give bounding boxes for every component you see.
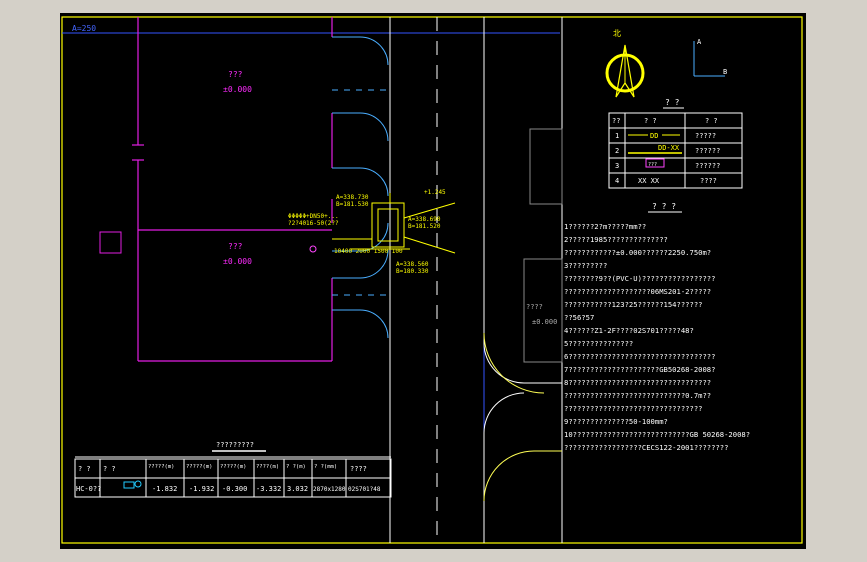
room3-name: ???? [526,303,543,311]
legend-row-desc: ????? [695,132,716,140]
building-outline [132,17,333,362]
schedule-header: ? ?(mm) [314,464,337,470]
coord-b2: B=181.520 [408,223,441,230]
note-line: ????????9??(PVC-U)????????????????? [564,274,715,283]
note-line: 5??????????????? [564,339,633,348]
schedule-cell: 3.032 [287,485,308,493]
road [389,17,562,543]
note-line: 8????????????????????????????????? [564,378,711,387]
note-line: ????????????????????06MS201-2????? [564,287,711,296]
dimension-line: 10400 2000 1500 100 [334,248,403,255]
invert-level: +1.245 [424,189,446,196]
legend-header-num: ?? [612,117,620,125]
schedule-header: ? ? [78,465,91,473]
legend-row-num: 2 [615,147,619,155]
schedule-cell: -3.332 [256,485,281,493]
inspection-well [309,245,317,253]
room1-name: ??? [228,70,243,79]
note-line: 3????????? [564,261,607,270]
room1-level: ±0.000 [223,85,252,94]
axis-a-label: A [697,38,702,46]
schedule-title: ????????? [216,441,254,449]
legend-row-num: 3 [615,162,619,170]
note-line: 10???????????????????????????GB 50268-20… [564,430,750,439]
note-line: ????????????±0.000??????2250.750m? [564,248,711,257]
coord-b1: B=181.530 [336,201,369,208]
legend-title: ? ? [665,98,680,107]
schedule-cell: HC-0?? [76,485,101,493]
legend-header-desc: ? ? [705,117,718,125]
drawing-sheet: A=250 ??? ±0.000 ??? ±0.000 ???? ±0.000 … [61,16,803,544]
schedule-header: ?????(m) [220,464,247,470]
cad-drawing-canvas[interactable]: A=250 ??? ±0.000 ??? ±0.000 ???? ±0.000 … [60,13,806,549]
legend-row-symbol: XX XX [638,177,660,185]
legend-row-desc: ???? [700,177,717,185]
coord-a3: A=338.560 [396,261,429,268]
note-line: 6?????????????????????????????????? [564,352,715,361]
grey-building-1 [529,128,563,205]
schedule-header: ????(m) [256,464,279,470]
note-line: ??????????????????CECS122-2001???????? [564,443,728,452]
pipe-note-1: ΦΦΦΦΦ+DN50+... [288,213,339,220]
note-line: 9??????????????50-100mm? [564,417,668,426]
notes-title: ? ? ? [652,202,676,211]
coord-b3: B=180.330 [396,268,429,275]
schedule-header: ? ?(m) [286,464,306,470]
tank-symbol-icon [123,480,142,489]
schedule-header: ? ? [103,465,116,473]
note-line: ????????????????????????????0.7m?? [564,391,711,400]
schedule-cell: -1.932 [189,485,214,493]
coordinate-axes [693,41,725,77]
legend-row-num: 4 [615,177,619,185]
legend-row-desc: ?????? [695,162,720,170]
site-curves [483,332,562,502]
schedule-cell: -0.300 [222,485,247,493]
note-line: 1??????2?m?????mm?? [564,222,646,231]
schedule-cell: 02S701?48 [348,486,381,493]
legend-row-num: 1 [615,132,619,140]
axis-label: A=250 [72,24,96,33]
legend-row-symbol: DD [650,132,658,140]
pipe-note-2: ?2?4016-50(2?? [288,220,339,227]
note-line: ???????????123?25??????154?????? [564,300,702,309]
note-line: ??56?57 [564,313,594,322]
column-box [99,231,122,254]
note-line: ???????????????????????????????? [564,404,702,413]
legend-row-symbol: DD-XX [658,144,680,152]
north-label: 北 [613,29,621,38]
axis-b-label: B [723,68,727,76]
room2-level: ±0.000 [223,257,252,266]
note-line: 7?????????????????????GB50268-2008? [564,365,715,374]
schedule-cell: 2870x1280 [313,486,346,493]
north-arrow [605,44,645,98]
notes-list: 1??????2?m?????mm?? 2?????1985??????????… [564,222,750,452]
coord-a1: A=338.730 [336,194,369,201]
room2-name: ??? [228,242,243,251]
schedule-header: ???? [350,465,367,473]
note-line: 2?????1985?????????????? [564,235,668,244]
legend-row-desc: ?????? [695,147,720,155]
legend-row-symbol: ??? [648,162,657,168]
door-swings [332,36,389,339]
schedule-cell: -1.832 [152,485,177,493]
note-line: 4??????Z1-2F????02S701?????48? [564,326,694,335]
coord-a2: A=338.690 [408,216,441,223]
schedule-header: ?????(m) [186,464,213,470]
legend-header-symbol: ? ? [644,117,657,125]
room3-level: ±0.000 [532,318,557,326]
schedule-header: ?????(m) [148,464,175,470]
